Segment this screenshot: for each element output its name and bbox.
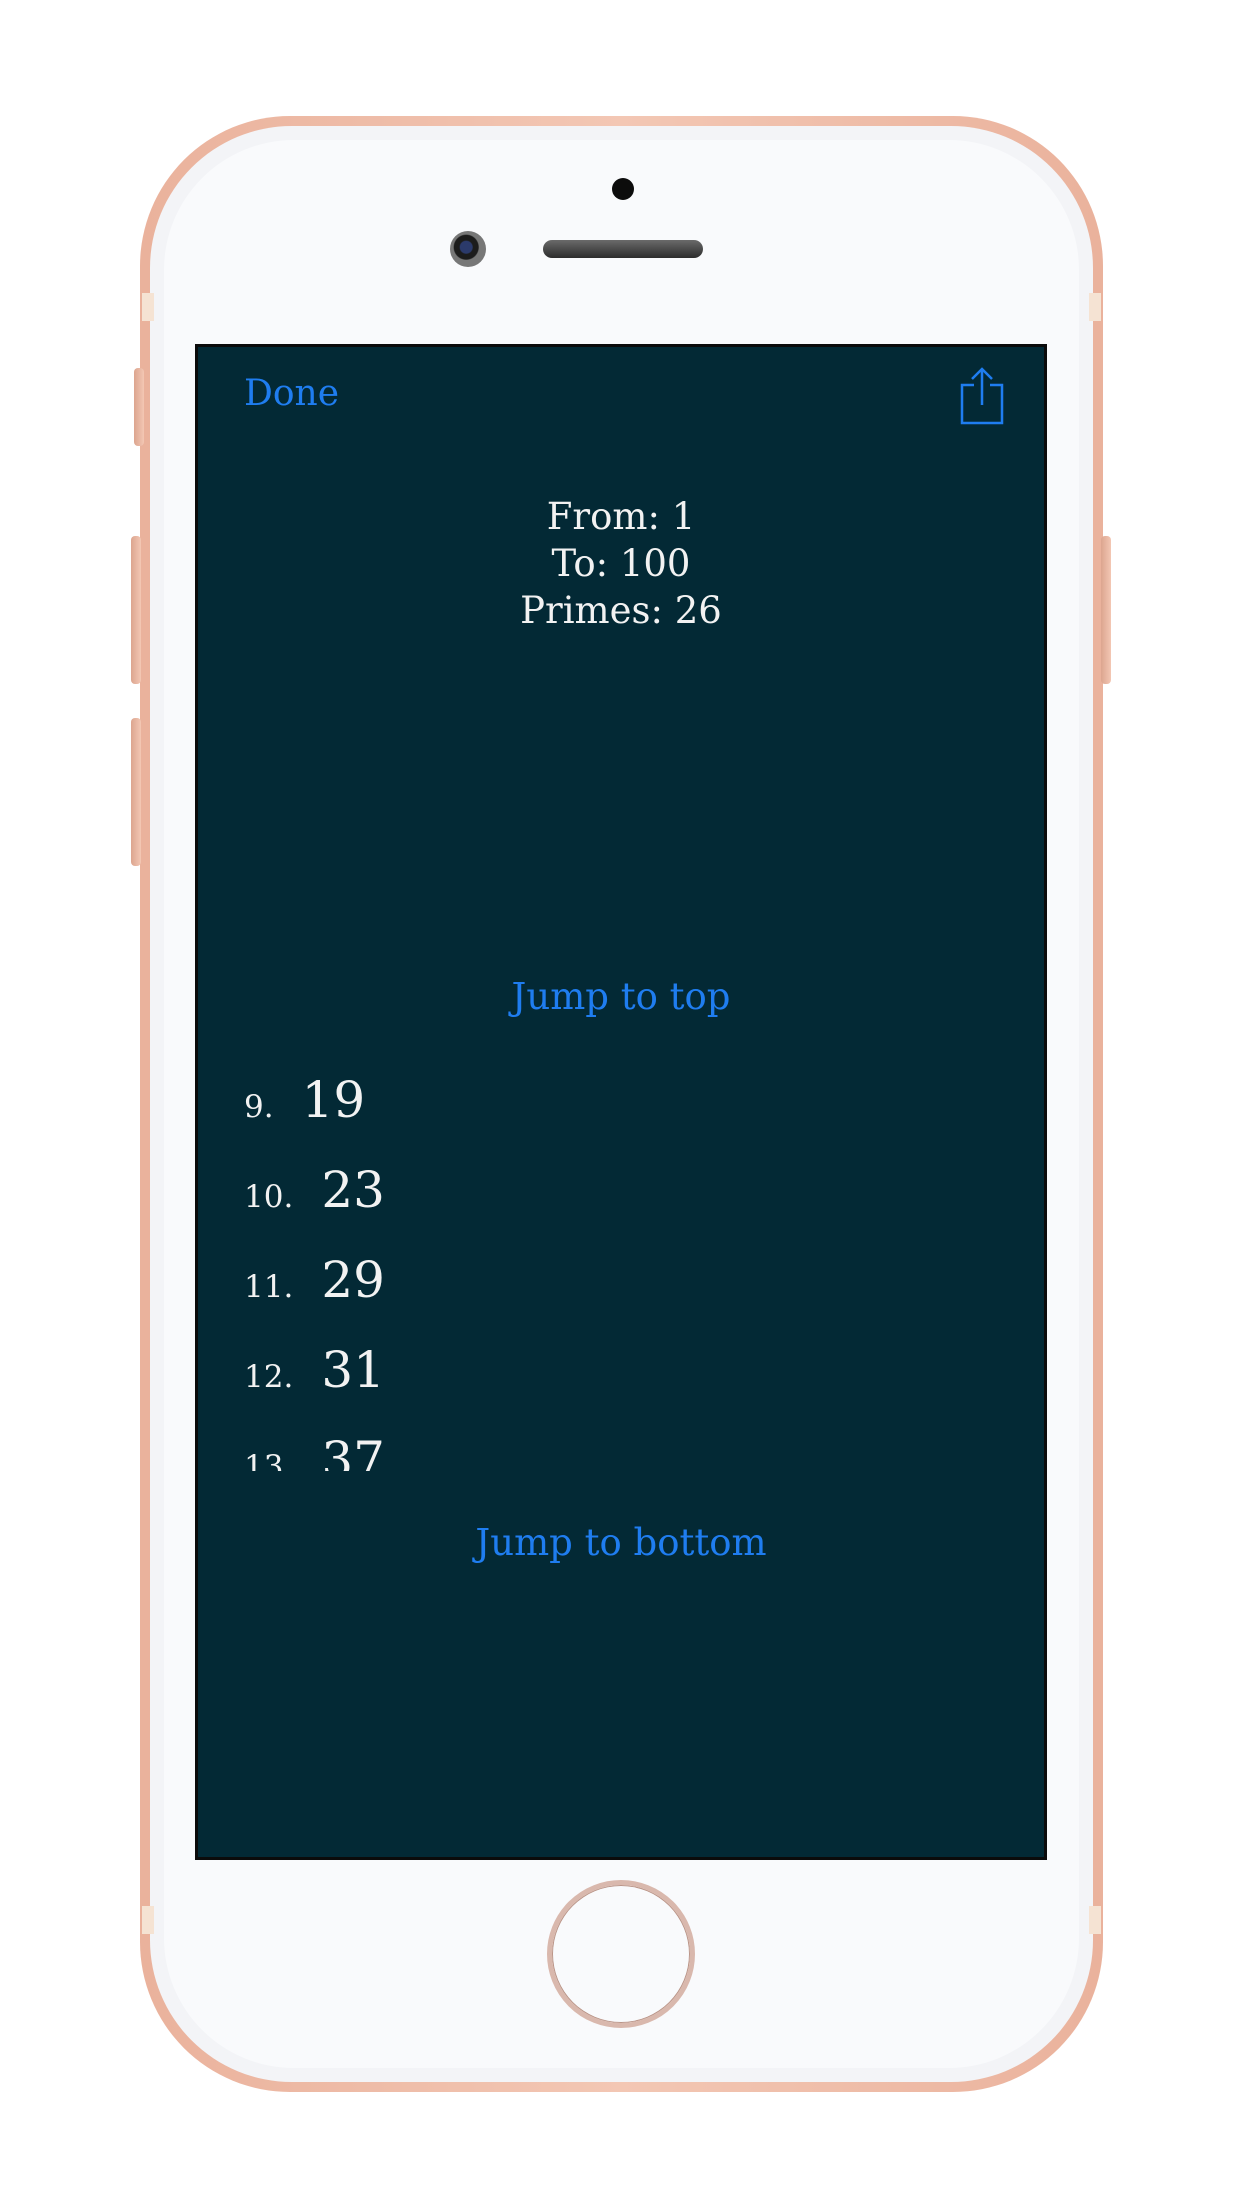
earpiece-speaker (543, 240, 703, 258)
list-item: 9. 19 (244, 1071, 365, 1129)
volume-down-button (131, 718, 141, 866)
prime-index: 9. (244, 1089, 274, 1125)
prime-value: 19 (301, 1071, 366, 1129)
front-camera (450, 231, 486, 267)
prime-index: 12. (244, 1359, 294, 1395)
prime-value: 37 (321, 1431, 385, 1471)
proximity-sensor (612, 178, 634, 200)
to-value: To: 100 (551, 542, 691, 585)
list-item: 12. 31 (244, 1341, 385, 1399)
prime-index: 10. (244, 1179, 294, 1215)
primes-list-viewport: 9. 19 10. 23 11. 29 12. 31 13. 37 (198, 1071, 1044, 1471)
antenna-band (142, 1906, 154, 1934)
list-item: 10. 23 (244, 1161, 385, 1219)
range-summary: From: 1 To: 100 Primes: 26 (198, 493, 1044, 634)
antenna-band (1089, 1906, 1101, 1934)
list-item: 11. 29 (244, 1251, 385, 1309)
from-value: From: 1 (546, 495, 696, 538)
primes-count: Primes: 26 (520, 589, 722, 632)
prime-value: 31 (321, 1341, 385, 1399)
share-button[interactable] (958, 367, 1006, 427)
antenna-band (142, 293, 154, 321)
antenna-band (1089, 293, 1101, 321)
jump-to-bottom-button[interactable]: Jump to bottom (198, 1521, 1044, 1564)
prime-value: 23 (321, 1161, 385, 1219)
done-button[interactable]: Done (244, 373, 339, 414)
app-screen: Done From: 1 To: 100 Primes: 26 Jump to … (195, 344, 1047, 1860)
mute-switch (134, 368, 144, 446)
jump-to-top-button[interactable]: Jump to top (198, 975, 1044, 1018)
share-icon (960, 367, 1004, 425)
home-button[interactable] (547, 1880, 695, 2028)
list-item: 13. 37 (244, 1431, 385, 1471)
power-button (1101, 536, 1111, 684)
volume-up-button (131, 536, 141, 684)
prime-index: 13. (244, 1449, 294, 1471)
prime-value: 29 (321, 1251, 385, 1309)
primes-list[interactable]: 9. 19 10. 23 11. 29 12. 31 13. 37 (198, 1071, 1044, 1471)
prime-index: 11. (244, 1269, 294, 1305)
